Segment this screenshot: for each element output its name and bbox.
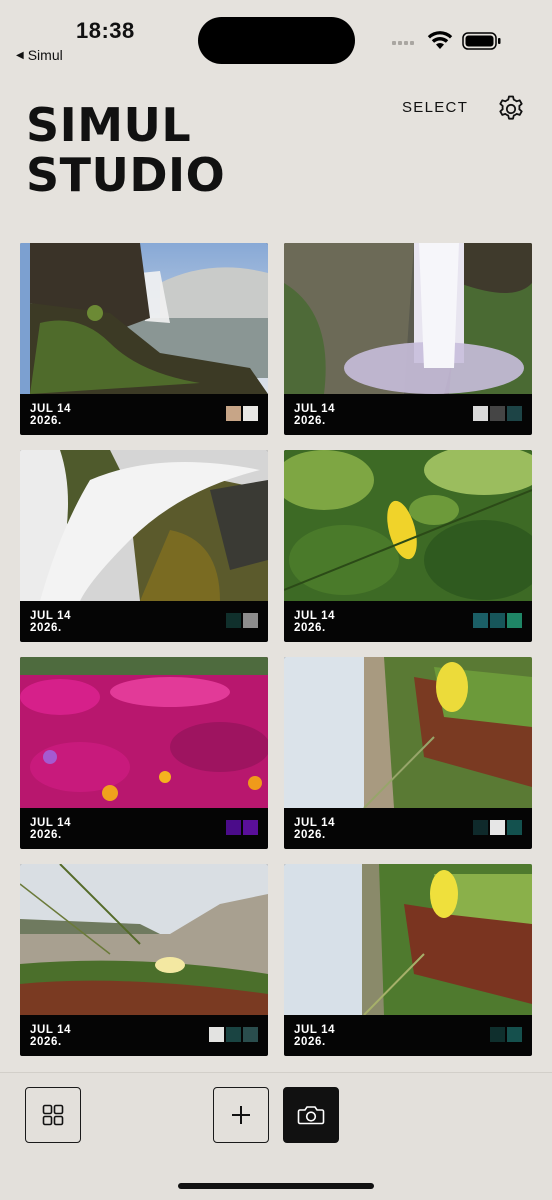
photo-card[interactable]: JUL 14 2026.	[284, 864, 532, 1056]
photo-card[interactable]: JUL 14 2026.	[20, 864, 268, 1056]
year-line: 2026.	[30, 415, 62, 427]
photo-thumbnail	[284, 657, 532, 808]
color-swatches	[226, 613, 258, 628]
color-swatches	[473, 820, 522, 835]
photo-date: JUL 14 2026.	[30, 1024, 71, 1048]
photo-card[interactable]: JUL 14 2026.	[284, 450, 532, 642]
camera-icon	[297, 1106, 325, 1125]
date-line: JUL 14	[294, 1024, 336, 1036]
dynamic-island	[198, 17, 355, 64]
photo-date: JUL 14 2026.	[30, 610, 71, 634]
color-swatches	[226, 820, 258, 835]
battery-icon	[462, 32, 501, 50]
year-line: 2026.	[30, 1036, 62, 1048]
back-to-app-link[interactable]: ◀ Simul	[16, 47, 63, 63]
year-line: 2026.	[30, 622, 62, 634]
color-swatch	[243, 820, 258, 835]
photo-date: JUL 14 2026.	[294, 610, 335, 634]
color-swatch	[243, 1027, 258, 1042]
bottom-toolbar	[0, 1072, 552, 1200]
photo-date: JUL 14 2026.	[294, 403, 335, 427]
color-swatch	[490, 820, 505, 835]
color-swatch	[243, 613, 258, 628]
photo-date: JUL 14 2026.	[294, 817, 335, 841]
gear-icon[interactable]	[496, 94, 526, 124]
title-line-2: STUDIO	[26, 148, 226, 202]
photo-thumbnail	[284, 864, 532, 1015]
date-line: JUL 14	[294, 610, 336, 622]
color-swatch	[226, 820, 241, 835]
color-swatch	[490, 406, 505, 421]
photo-thumbnail	[284, 450, 532, 601]
photo-date: JUL 14 2026.	[294, 1024, 335, 1048]
color-swatch	[473, 820, 488, 835]
photo-thumbnail	[284, 243, 532, 394]
year-line: 2026.	[294, 622, 326, 634]
date-line: JUL 14	[30, 403, 72, 415]
photo-card[interactable]: JUL 14 2026.	[20, 657, 268, 849]
year-line: 2026.	[30, 829, 62, 841]
status-bar: 18:38 ◀ Simul	[0, 0, 552, 80]
cellular-signal-icon	[392, 41, 414, 45]
photo-card[interactable]: JUL 14 2026.	[20, 450, 268, 642]
plus-icon	[232, 1106, 250, 1124]
color-swatch	[473, 406, 488, 421]
color-swatch	[226, 1027, 241, 1042]
date-line: JUL 14	[294, 817, 336, 829]
color-swatch	[226, 406, 241, 421]
photo-card[interactable]: JUL 14 2026.	[284, 657, 532, 849]
color-swatch	[209, 1027, 224, 1042]
photo-thumbnail	[20, 864, 268, 1015]
year-line: 2026.	[294, 415, 326, 427]
home-indicator[interactable]	[178, 1183, 374, 1189]
grid-icon	[42, 1104, 64, 1126]
color-swatches	[209, 1027, 258, 1042]
color-swatch	[490, 1027, 505, 1042]
photo-thumbnail	[20, 450, 268, 601]
color-swatch	[473, 613, 488, 628]
camera-button[interactable]	[283, 1087, 339, 1143]
color-swatches	[473, 406, 522, 421]
date-line: JUL 14	[294, 403, 336, 415]
date-line: JUL 14	[30, 610, 72, 622]
color-swatch	[490, 613, 505, 628]
photo-date: JUL 14 2026.	[30, 817, 71, 841]
color-swatch	[243, 406, 258, 421]
photo-date: JUL 14 2026.	[30, 403, 71, 427]
color-swatch	[507, 406, 522, 421]
grid-view-button[interactable]	[25, 1087, 81, 1143]
wifi-icon	[427, 31, 453, 49]
add-button[interactable]	[213, 1087, 269, 1143]
color-swatch	[507, 613, 522, 628]
photo-card[interactable]: JUL 14 2026.	[284, 243, 532, 435]
title-line-1: SIMUL	[26, 98, 192, 152]
back-arrow-icon: ◀	[16, 49, 24, 61]
color-swatches	[473, 613, 522, 628]
date-line: JUL 14	[30, 1024, 72, 1036]
photo-card[interactable]: JUL 14 2026.	[20, 243, 268, 435]
status-time: 18:38	[76, 18, 135, 43]
color-swatch	[507, 1027, 522, 1042]
year-line: 2026.	[294, 1036, 326, 1048]
color-swatch	[507, 820, 522, 835]
color-swatches	[226, 406, 258, 421]
photo-thumbnail	[20, 657, 268, 808]
select-button[interactable]: SELECT	[402, 99, 468, 116]
color-swatch	[226, 613, 241, 628]
back-app-label: Simul	[27, 47, 63, 63]
year-line: 2026.	[294, 829, 326, 841]
page-title: SIMUL STUDIO	[26, 100, 225, 200]
color-swatches	[490, 1027, 522, 1042]
photo-thumbnail	[20, 243, 268, 394]
date-line: JUL 14	[30, 817, 72, 829]
